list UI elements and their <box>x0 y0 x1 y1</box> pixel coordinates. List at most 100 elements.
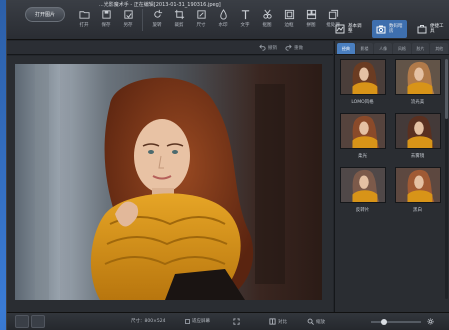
redo-icon <box>285 44 292 51</box>
rotate-icon <box>153 9 162 18</box>
redo-button[interactable]: 重做 <box>285 44 303 51</box>
tool-text[interactable]: 文字 <box>234 9 256 35</box>
save-icon <box>101 10 111 19</box>
tool-open[interactable]: 打开 <box>73 9 95 35</box>
tool-rotate[interactable]: 旋转 <box>146 9 168 35</box>
basic-adjust-button[interactable]: 基本调整 <box>331 20 366 38</box>
effect-label: LOMO风格 <box>351 100 374 105</box>
camera-icon <box>376 25 386 34</box>
tab-film[interactable]: 胶片 <box>411 43 430 54</box>
effect-label: 反转片 <box>355 208 370 213</box>
effect-thumbnail[interactable]: LOMO风格 <box>339 59 386 105</box>
settings-button[interactable] <box>427 318 434 325</box>
compare-label: 对比 <box>278 319 287 325</box>
zoom-slider[interactable] <box>371 319 421 325</box>
prev-image-button[interactable] <box>15 315 29 328</box>
portrait-photo <box>15 64 322 300</box>
tool-cutout[interactable]: 抠图 <box>256 9 278 35</box>
toolbar-band: ...光影魔术手 - 正在编辑[2013-01-31_190316.jpeg] … <box>7 0 449 40</box>
zoom-slider-knob[interactable] <box>381 319 387 325</box>
redo-label: 重做 <box>294 45 303 51</box>
portrait-illustration <box>15 64 322 300</box>
tool-crop[interactable]: 裁剪 <box>168 9 190 35</box>
zoom-icon <box>307 318 314 325</box>
effect-thumbnail[interactable]: 去雾镜 <box>394 113 441 159</box>
tool-frame[interactable]: 边框 <box>278 9 300 35</box>
tool-label: 裁剪 <box>174 23 184 28</box>
effect-tabs: 经典 影楼 人像 风格 胶片 其他 <box>335 41 449 55</box>
tab-classic[interactable]: 经典 <box>337 43 355 54</box>
app-window: ...光影魔术手 - 正在编辑[2013-01-31_190316.jpeg] … <box>6 0 449 330</box>
tool-save-as[interactable]: 另存 <box>117 9 139 35</box>
window-title: ...光影魔术手 - 正在编辑[2013-01-31_190316.jpeg] <box>99 2 221 8</box>
zoom-label: 缩放 <box>316 319 325 325</box>
tool-label: 保存 <box>101 23 111 28</box>
effects-panel: 经典 影楼 人像 风格 胶片 其他 LOMO风格 流光美柔光 去雾镜反转片 黑白 <box>334 41 449 312</box>
effect-thumbnail[interactable]: 流光美 <box>394 59 441 105</box>
watermark-icon <box>219 9 227 20</box>
zoom-button[interactable]: 缩放 <box>307 318 325 325</box>
status-bar: 尺寸：800×524 适应屏幕 对比 缩放 <box>7 312 449 330</box>
tool-label: 水印 <box>218 23 228 28</box>
tool-label: 打开 <box>79 23 89 28</box>
digital-darkroom-button[interactable]: 数码暗房 <box>372 20 407 38</box>
tool-label: 拼图 <box>306 23 316 28</box>
toolbox-icon <box>417 25 427 34</box>
cutout-icon <box>262 9 272 19</box>
folder-icon <box>78 11 90 19</box>
quick-tools-label: 便捷工具 <box>430 24 444 34</box>
tool-resize[interactable]: 尺寸 <box>190 9 212 35</box>
effect-preview-image <box>394 167 441 203</box>
effect-preview-image <box>339 59 386 95</box>
tool-label: 文字 <box>240 23 250 28</box>
panel-switcher: 基本调整 数码暗房 便捷工具 <box>331 20 448 38</box>
tool-label: 尺寸 <box>196 23 206 28</box>
tool-label: 边框 <box>284 23 294 28</box>
undo-label: 撤销 <box>268 45 277 51</box>
effect-thumbnail[interactable]: 柔光 <box>339 113 386 159</box>
tool-watermark[interactable]: 水印 <box>212 9 234 35</box>
text-icon <box>241 10 249 20</box>
edit-subbar: 撤销 重做 <box>7 41 333 55</box>
tab-other[interactable]: 其他 <box>430 43 449 54</box>
tool-label: 抠图 <box>262 23 272 28</box>
tab-studio[interactable]: 影楼 <box>355 43 374 54</box>
fullscreen-icon <box>233 318 240 325</box>
digital-darkroom-label: 数码暗房 <box>389 24 403 34</box>
tool-label: 旋转 <box>152 23 162 28</box>
effect-thumbnail[interactable]: 反转片 <box>339 167 386 213</box>
fit-screen-label: 适应屏幕 <box>192 319 210 324</box>
scrollbar-thumb[interactable] <box>445 59 448 119</box>
batch-icon <box>328 9 338 20</box>
fit-screen-checkbox[interactable] <box>185 318 190 324</box>
effect-label: 流光美 <box>410 100 425 105</box>
next-image-button[interactable] <box>31 315 45 328</box>
tab-style[interactable]: 风格 <box>393 43 411 54</box>
gear-icon <box>427 318 434 325</box>
effect-grid: LOMO风格 流光美柔光 去雾镜反转片 黑白 <box>339 59 441 213</box>
compare-icon <box>269 318 276 325</box>
undo-button[interactable]: 撤销 <box>259 44 277 51</box>
panel-scrollbar[interactable] <box>445 59 448 299</box>
adjust-icon <box>335 24 345 34</box>
effect-thumbnail[interactable]: 黑白 <box>394 167 441 213</box>
fullscreen-button[interactable] <box>233 318 240 325</box>
editing-canvas[interactable] <box>7 56 333 312</box>
tool-label: 另存 <box>123 23 133 28</box>
fit-screen-toggle[interactable]: 适应屏幕 <box>185 318 210 324</box>
tool-save[interactable]: 保存 <box>95 9 117 35</box>
effect-preview-image <box>339 167 386 203</box>
image-size: 尺寸：800×524 <box>131 319 166 324</box>
collage-icon <box>306 9 316 20</box>
effect-preview-image <box>339 113 386 149</box>
tab-portrait[interactable]: 人像 <box>374 43 393 54</box>
basic-adjust-label: 基本调整 <box>348 24 362 34</box>
toolbar-divider <box>142 9 143 31</box>
quick-tools-button[interactable]: 便捷工具 <box>413 20 448 38</box>
open-image-button[interactable]: 打开图片 <box>25 7 65 22</box>
tool-collage[interactable]: 拼图 <box>300 9 322 35</box>
crop-icon <box>174 9 184 20</box>
compare-button[interactable]: 对比 <box>269 318 287 325</box>
effect-label: 黑白 <box>413 208 422 213</box>
effect-label: 柔光 <box>358 154 367 159</box>
